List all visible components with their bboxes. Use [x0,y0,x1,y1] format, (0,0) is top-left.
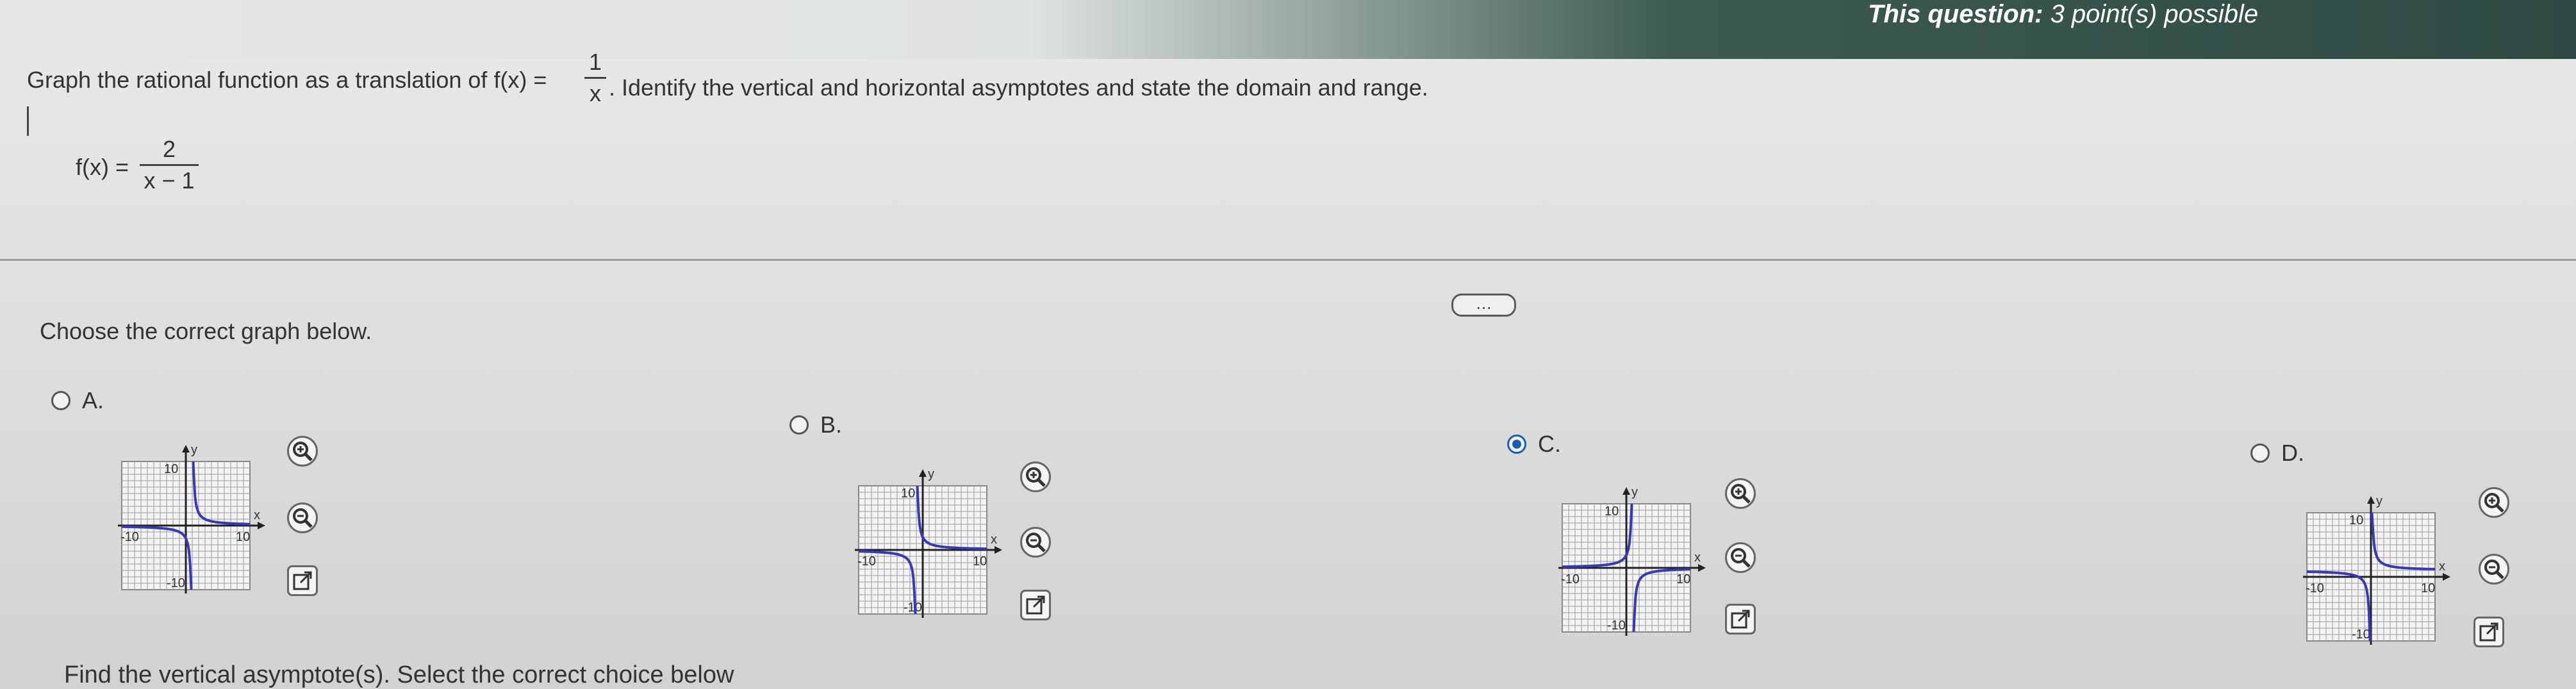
svg-text:10: 10 [901,486,915,501]
option-c-label: C. [1538,431,1561,457]
expand-more-button[interactable]: … [1451,294,1516,317]
svg-text:10: 10 [1676,572,1690,586]
choose-prompt: Choose the correct graph below. [40,318,372,344]
option-c-graph: y x 10 10 -10 -10 [1558,485,1706,636]
svg-text:-10: -10 [1561,572,1580,586]
svg-text:y: y [2376,494,2382,508]
option-d[interactable]: D. [2250,440,2304,467]
svg-text:10: 10 [164,462,178,476]
external-link-icon [1026,595,1045,615]
option-b-zoom-in-button[interactable] [1020,461,1051,492]
text-cursor [27,106,29,136]
zoom-in-icon [1731,484,1751,504]
option-c[interactable]: C. [1507,431,1561,458]
svg-text:10: 10 [2421,581,2435,595]
option-b-graph: y x 10 10 -10 -10 [855,467,1002,618]
zoom-in-icon [1026,467,1046,487]
svg-text:10: 10 [973,554,987,569]
option-b-popout-button[interactable] [1020,590,1051,620]
option-d-zoom-in-button[interactable] [2479,487,2509,518]
function-fraction: 2 x − 1 [140,136,199,194]
parent-function-fraction: 1 x [584,49,606,107]
svg-text:x: x [991,533,997,547]
option-a[interactable]: A. [51,387,104,414]
svg-text:-10: -10 [2352,627,2370,642]
parent-numerator: 1 [588,49,602,75]
zoom-out-icon [2484,560,2504,579]
option-d-radio[interactable] [2250,444,2270,463]
svg-text:-10: -10 [2306,581,2324,595]
svg-text:10: 10 [2349,513,2363,527]
zoom-out-icon [1026,533,1046,552]
option-a-zoom-out-button[interactable] [287,502,318,533]
svg-text:x: x [254,508,260,522]
svg-text:-10: -10 [1607,618,1626,633]
svg-text:10: 10 [1605,504,1619,519]
svg-text:x: x [1694,551,1701,565]
option-d-popout-button[interactable] [2473,617,2504,647]
svg-text:-10: -10 [167,576,185,590]
function-label: f(x) = [76,154,129,180]
option-d-zoom-out-button[interactable] [2479,554,2509,585]
section-divider [0,259,2576,261]
option-b-radio[interactable] [789,415,809,435]
svg-text:x: x [2439,560,2445,574]
option-d-graph: y x 10 10 -10 -10 [2303,494,2450,645]
option-b-label: B. [820,411,843,438]
option-c-zoom-in-button[interactable] [1725,478,1756,509]
external-link-icon [2479,622,2498,642]
question-text-start: Graph the rational function as a transla… [27,67,547,93]
zoom-in-icon [293,442,313,461]
parent-denominator: x [590,80,601,106]
points-possible: This question: 3 point(s) possible [1868,0,2259,28]
svg-text:-10: -10 [904,601,922,615]
option-a-zoom-in-button[interactable] [287,436,318,467]
svg-text:y: y [1631,485,1638,499]
svg-text:y: y [928,467,934,481]
function-numerator: 2 [162,136,176,162]
option-d-label: D. [2281,440,2304,466]
zoom-in-icon [2484,493,2504,513]
question-text-end: . Identify the vertical and horizontal a… [609,74,1428,101]
option-a-label: A. [82,387,104,413]
option-a-graph: y x 10 10 -10 -10 [118,443,265,594]
option-c-popout-button[interactable] [1725,604,1756,635]
svg-text:-10: -10 [857,554,876,569]
next-part-prompt: Find the vertical asymptote(s). Select t… [64,661,734,688]
option-a-popout-button[interactable] [287,565,318,596]
option-c-zoom-out-button[interactable] [1725,542,1756,573]
zoom-out-icon [293,508,313,528]
external-link-icon [293,571,312,590]
zoom-out-icon [1731,548,1751,568]
option-a-radio[interactable] [51,391,70,410]
svg-text:10: 10 [236,530,250,544]
svg-text:y: y [191,443,197,457]
option-b-zoom-out-button[interactable] [1020,527,1051,558]
option-b[interactable]: B. [789,411,842,438]
option-c-radio[interactable] [1507,435,1526,454]
external-link-icon [1731,610,1750,629]
function-denominator: x − 1 [144,167,195,194]
svg-text:-10: -10 [120,530,139,544]
